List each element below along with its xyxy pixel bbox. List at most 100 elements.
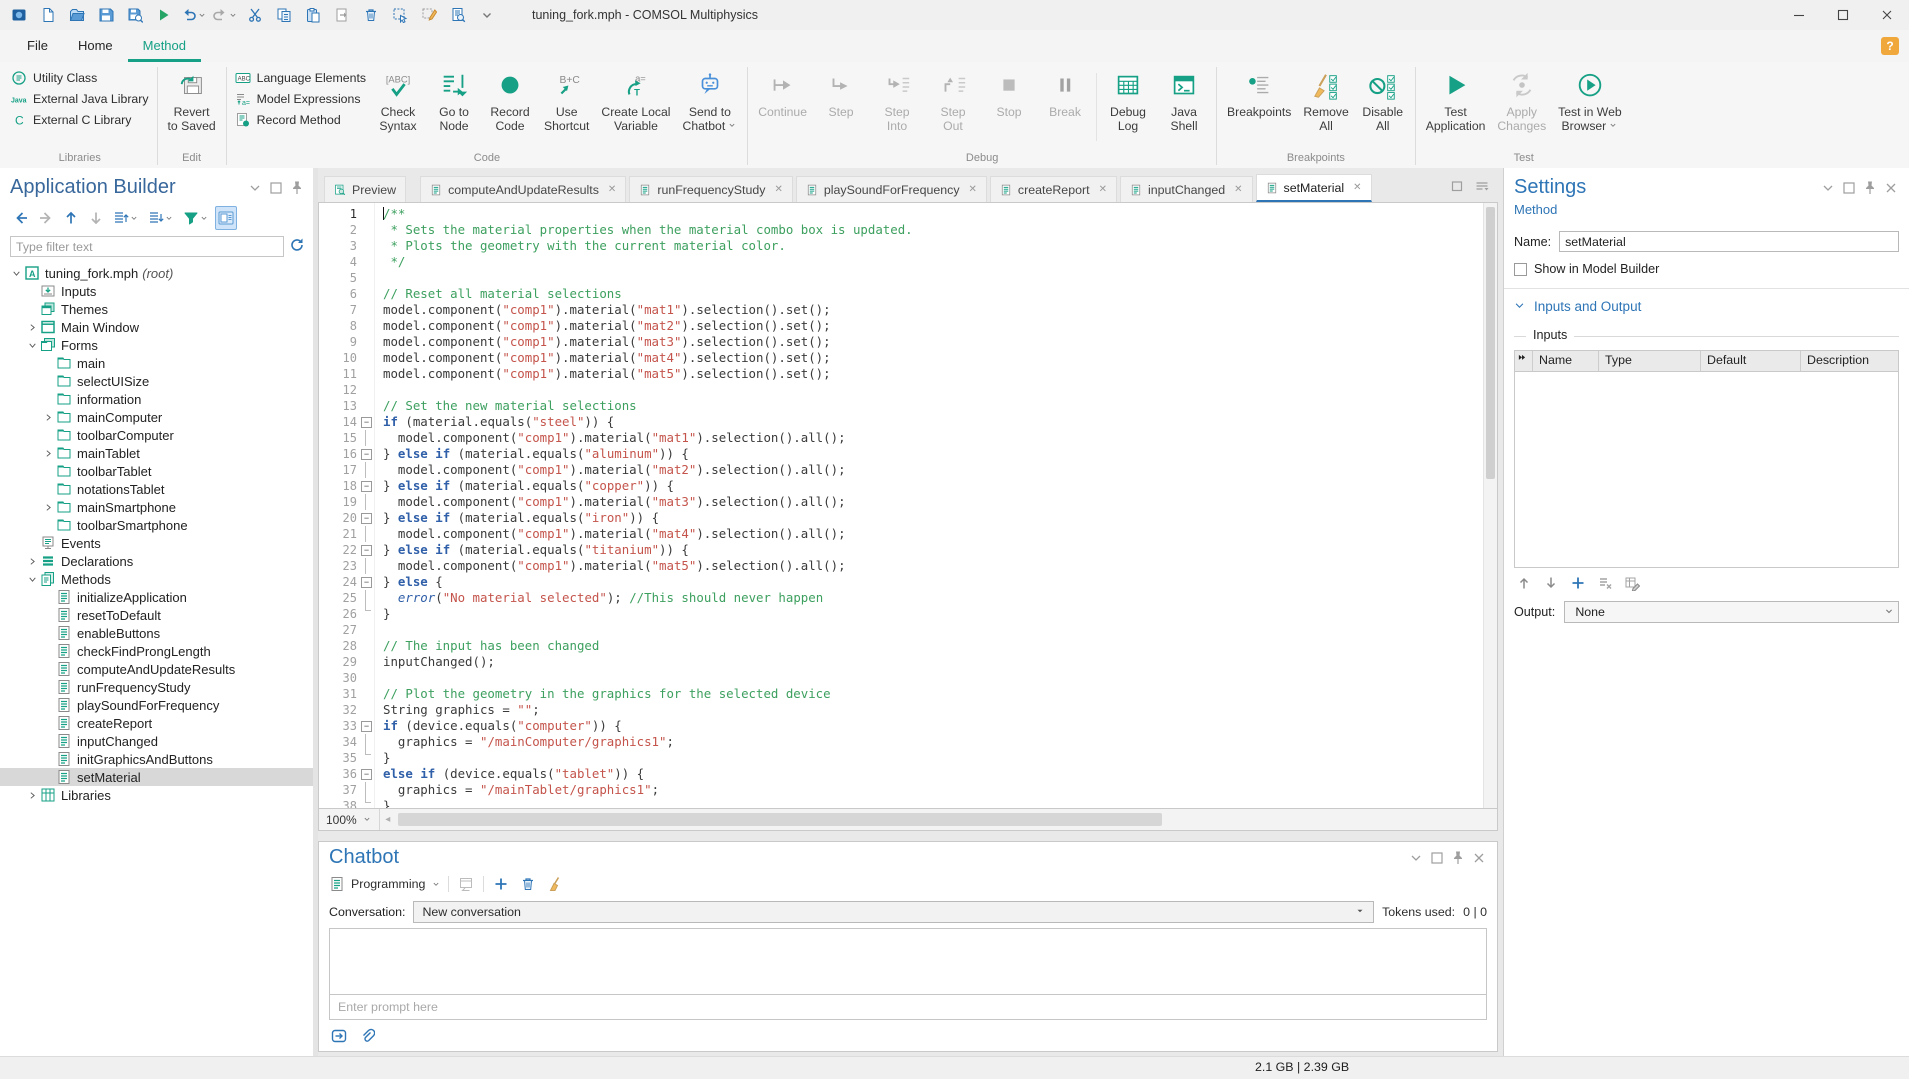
editor-tab-createReport[interactable]: createReport✕ [990,176,1117,202]
record-code-button[interactable]: RecordCode [482,63,538,151]
move-down-button[interactable] [85,206,107,230]
tree-item-checkFindProngLength[interactable]: checkFindProngLength [0,642,313,660]
tree-item-computeAndUpdateResults[interactable]: computeAndUpdateResults [0,660,313,678]
filter-input[interactable] [10,236,284,257]
tree-item-initGraphicsAndButtons[interactable]: initGraphicsAndButtons [0,750,313,768]
tree-open-chevron-icon[interactable] [26,575,39,584]
close-tab-icon[interactable]: ✕ [608,185,616,195]
chat-mode-select[interactable]: Programming [329,876,441,892]
break-button[interactable]: Break [1037,63,1093,151]
edit-table-button[interactable] [1624,575,1640,591]
step-into-button[interactable]: StepInto [869,63,925,151]
attach-file-button[interactable] [357,1026,377,1046]
delete-rows-button[interactable] [1597,575,1613,591]
tree-open-chevron-icon[interactable] [10,269,23,278]
nav-back-button[interactable] [10,206,32,230]
expand-all-button[interactable] [110,206,142,230]
editor-tab-Preview[interactable]: Preview [324,176,406,202]
draw-select-button[interactable] [415,3,443,27]
minimize-button[interactable] [1777,0,1821,30]
refresh-filter-button[interactable] [289,237,305,256]
inputs-and-output-section[interactable]: Inputs and Output [1514,299,1899,320]
show-in-model-builder-checkbox[interactable] [1514,263,1527,276]
panel-float-button[interactable] [1429,850,1445,866]
tree-item-notationsTablet[interactable]: notationsTablet [0,480,313,498]
filter-button[interactable] [180,206,212,230]
inputs-table[interactable]: NameTypeDefaultDescriptionUnits [1514,350,1899,568]
column-header-type[interactable]: Type [1599,351,1701,371]
prompt-input[interactable] [330,1000,1486,1014]
tree-item-enableButtons[interactable]: enableButtons [0,624,313,642]
delete-conversation-button[interactable] [518,874,538,894]
find-button[interactable] [444,3,472,27]
panel-chevron-button[interactable] [1820,180,1836,196]
panel-float-button[interactable] [268,180,284,196]
new-file-button[interactable] [34,3,62,27]
select-button[interactable] [386,3,414,27]
horizontal-scrollbar[interactable]: ◂ [380,809,1497,830]
editor-tools-toggle-button[interactable] [215,206,237,230]
inputs-table-body[interactable] [1515,372,1898,567]
step-button[interactable]: Step [813,63,869,151]
panel-chevron-button[interactable] [1408,850,1424,866]
move-row-up-button[interactable] [1516,575,1532,591]
editor-tab-runFrequencyStudy[interactable]: runFrequencyStudy✕ [629,176,793,202]
panel-close-button[interactable] [1471,850,1487,866]
tree-closed-chevron-icon[interactable] [42,449,55,458]
tree-item-inputChanged[interactable]: inputChanged [0,732,313,750]
nav-forward-button[interactable] [35,206,57,230]
new-conversation-button[interactable] [491,874,511,894]
customize-toolbar-button[interactable] [473,3,501,27]
close-tab-icon[interactable]: ✕ [969,185,977,195]
help-button[interactable]: ? [1881,37,1899,55]
stop-button[interactable]: Stop [981,63,1037,151]
method-name-field[interactable] [1559,231,1899,252]
utility-class-button[interactable]: Utility Class [11,70,149,86]
breakpoints-button[interactable]: Breakpoints [1221,63,1297,151]
tree-item-toolbarSmartphone[interactable]: toolbarSmartphone [0,516,313,534]
fold-marker[interactable]: − [359,510,374,526]
tree-item-Themes[interactable]: Themes [0,300,313,318]
step-out-button[interactable]: StepOut [925,63,981,151]
tree-closed-chevron-icon[interactable] [42,413,55,422]
tree-item-mainTablet[interactable]: mainTablet [0,444,313,462]
panel-close-button[interactable] [1883,180,1899,196]
tree-item-Events[interactable]: Events [0,534,313,552]
tree-item-MainWindow[interactable]: Main Window [0,318,313,336]
ribbon-tab-method[interactable]: Method [128,30,201,62]
tree-open-chevron-icon[interactable] [26,341,39,350]
test-in-web-browser-button[interactable]: Test in WebBrowser [1552,63,1627,151]
create-local-variable-button[interactable]: a=TCreate LocalVariable [595,63,676,151]
close-tab-icon[interactable]: ✕ [1353,183,1361,193]
duplicate-button[interactable] [328,3,356,27]
go-to-node-button[interactable]: Go toNode [426,63,482,151]
move-up-button[interactable] [60,206,82,230]
tree-item-mainSmartphone[interactable]: mainSmartphone [0,498,313,516]
code-editor[interactable]: 1234567891011121314151617181920212223242… [318,202,1498,809]
app-button[interactable] [5,3,33,27]
copy-button[interactable] [270,3,298,27]
disable-all-button[interactable]: DisableAll [1355,63,1411,151]
tab-list-button[interactable] [1474,178,1490,194]
panel-chevron-button[interactable] [247,180,263,196]
editor-tab-inputChanged[interactable]: inputChanged✕ [1120,176,1253,202]
debug-log-button[interactable]: DebugLog [1100,63,1156,151]
tree-item-setMaterial[interactable]: setMaterial [0,768,313,786]
zoom-control[interactable]: 100% [319,809,380,830]
column-header-description[interactable]: Description [1801,351,1899,371]
external-java-library-button[interactable]: JavaExternal Java Library [11,91,149,107]
tree-item-Declarations[interactable]: Declarations [0,552,313,570]
tree-item-information[interactable]: information [0,390,313,408]
model-expressions-button[interactable]: a=Model Expressions [235,91,366,107]
tree-item-Forms[interactable]: Forms [0,336,313,354]
close-tab-icon[interactable]: ✕ [1234,185,1242,195]
vertical-scrollbar[interactable] [1483,203,1497,808]
external-c-library-button[interactable]: CExternal C Library [11,112,149,128]
tree-closed-chevron-icon[interactable] [26,791,39,800]
use-shortcut-button[interactable]: B+CUseShortcut [538,63,595,151]
close-tab-icon[interactable]: ✕ [1099,185,1107,195]
tree-item-tuningforkmph[interactable]: Atuning_fork.mph(root) [0,264,313,282]
panel-pin-button[interactable] [289,180,305,196]
record-method-button[interactable]: Record Method [235,112,366,128]
undo-button[interactable] [179,3,209,27]
